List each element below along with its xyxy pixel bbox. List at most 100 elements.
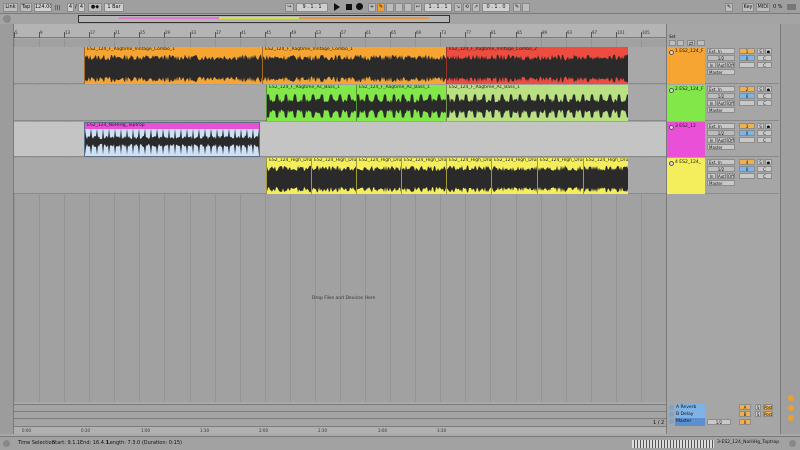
return-header-a[interactable]: A Reverb A S Post (667, 404, 779, 411)
input-type-select[interactable]: Ext. In (707, 86, 735, 92)
monitor-auto-button[interactable]: Auto (717, 137, 726, 143)
monitor-off-button[interactable]: Off (727, 137, 735, 143)
pan-field[interactable] (739, 137, 755, 143)
re-enable-automation-button[interactable] (386, 3, 394, 12)
punch-in-button[interactable]: ↘ (454, 3, 462, 12)
send-b-field[interactable]: C (757, 137, 772, 143)
arm-button[interactable]: ● (765, 123, 772, 129)
midi-map-button[interactable]: MIDI (756, 3, 770, 12)
signature-denominator[interactable]: 4 (78, 3, 85, 12)
arrangement-position[interactable]: 9 . 1 . 1 (296, 3, 328, 12)
track-lane-3[interactable]: ES2_124_NoHiHg_Toptrop (14, 122, 666, 157)
input-type-select[interactable]: Ext. In (707, 159, 735, 165)
track-color-strip[interactable]: 3 ES2_12 (667, 122, 705, 157)
beat-time-ruler[interactable]: 5 9 13 17 21 25 29 33 37 41 45 49 53 57 61 65 69 73 77 81 85… (14, 24, 666, 38)
metronome-button[interactable]: ●◆ (88, 3, 102, 12)
pan-field[interactable] (739, 100, 755, 106)
key-map-button[interactable]: Key (742, 3, 754, 12)
zoom-in-icon[interactable] (788, 395, 794, 401)
send-a-field[interactable]: C (757, 55, 772, 61)
link-button[interactable]: Link (3, 3, 18, 12)
track-activator-icon[interactable] (669, 88, 674, 93)
track-activator-icon[interactable] (669, 161, 674, 166)
audio-clip[interactable]: ES2_124_F_Ragtime_Ac_Bass_1 (356, 85, 446, 121)
monitor-off-button[interactable]: Off (727, 62, 735, 68)
volume-field[interactable]: 0 (739, 55, 755, 61)
arrangement-position-icon[interactable] (669, 40, 676, 46)
track-header-2[interactable]: 2 ES2_124_F Ext. In 1/2 In Auto Off Mast… (667, 85, 779, 121)
input-channel-select[interactable]: 1/2 (707, 130, 735, 136)
info-view-toggle-icon[interactable] (3, 440, 10, 447)
loop-switch-button[interactable]: ⟲ (463, 3, 471, 12)
master-output-select[interactable]: 1/2 (707, 419, 731, 425)
arm-button[interactable]: ● (765, 86, 772, 92)
monitor-off-button[interactable]: Off (727, 173, 735, 179)
time-ruler[interactable]: 0:00 0:30 1:00 1:30 2:00 2:30 3:00 3:30 (14, 426, 666, 434)
stop-icon[interactable] (346, 4, 352, 10)
activator-icon[interactable] (669, 419, 674, 424)
track-lane-2[interactable]: ES2_124_F_Ragtime_Ac_Bass_1 ES2_124_F_Ra… (14, 85, 666, 121)
track-activator-icon[interactable] (669, 50, 674, 55)
track-color-strip[interactable]: 1 ES2_124_F (667, 47, 705, 84)
send-b-field[interactable]: C (757, 62, 772, 68)
audio-clip[interactable]: ES2_124_F_Ragtime_Ac_Bass_1 (446, 85, 628, 121)
solo-button[interactable]: S (757, 86, 764, 92)
monitor-in-button[interactable]: In (707, 137, 716, 143)
return-lane-b[interactable] (14, 411, 666, 418)
volume-field[interactable]: 0 (739, 130, 755, 136)
audio-clip[interactable]: ES2_124_High_Drums_ (356, 158, 401, 194)
track-activator-icon[interactable] (669, 125, 674, 130)
track-number-button[interactable]: 1 (739, 48, 755, 54)
audio-clip[interactable]: ES2_124_High_Drums_ (537, 158, 583, 194)
audio-clip[interactable]: ES2_124_High_Drums_ (266, 158, 311, 194)
return-header-b[interactable]: B Delay B S Post (667, 411, 779, 418)
monitor-auto-button[interactable]: Auto (717, 173, 726, 179)
track-number-button[interactable]: 4 (739, 159, 755, 165)
audio-clip[interactable]: ES2_124_F_Ragtime_Vintage_Combo_1 (84, 47, 262, 84)
solo-button[interactable]: S (757, 159, 764, 165)
activator-icon[interactable] (669, 405, 674, 410)
follow-button[interactable]: ↪ (285, 3, 294, 12)
quantize-select[interactable]: 1 Bar (104, 3, 124, 12)
return-solo-button[interactable]: S (755, 411, 761, 417)
computer-keyboard-button[interactable] (522, 3, 530, 12)
loop-back-button[interactable]: ↩ (414, 3, 422, 12)
track-name[interactable]: 2 ES2_124_F (675, 87, 704, 92)
return-post-button[interactable]: Post (763, 411, 773, 417)
output-select[interactable]: Master (707, 107, 735, 113)
signature-numerator[interactable]: 4 (67, 3, 74, 12)
tap-tempo-button[interactable]: Tap (20, 3, 32, 12)
pan-field[interactable] (739, 173, 755, 179)
activator-icon[interactable] (669, 412, 674, 417)
master-volume[interactable]: 0 (739, 419, 751, 425)
detail-view-toggle-icon[interactable] (789, 440, 796, 447)
return-solo-button[interactable]: S (755, 404, 761, 410)
send-a-field[interactable]: C (757, 130, 772, 136)
input-channel-select[interactable]: 1/2 (707, 55, 735, 61)
master-header[interactable]: Master 1/2 0 (667, 418, 779, 426)
nudge-icon[interactable]: ||| (55, 5, 60, 11)
overdub-button[interactable]: + (368, 3, 376, 12)
arrangement-view[interactable]: ES2_124_F_Ragtime_Vintage_Combo_1 ES2_12… (14, 39, 666, 402)
audio-clip[interactable]: ES2_124_F_Ragtime_Vintage_Combo_2 (446, 47, 628, 84)
record-icon[interactable] (356, 3, 363, 10)
track-color-strip[interactable]: 2 ES2_124_F (667, 85, 705, 121)
track-number-button[interactable]: 2 (739, 86, 755, 92)
zoom-out-icon[interactable] (788, 405, 794, 411)
right-scroll-column[interactable] (780, 24, 800, 434)
pan-field[interactable] (739, 62, 755, 68)
audio-clip[interactable]: ES2_124_High_Drums_ (401, 158, 446, 194)
audio-clip[interactable]: ES2_124_High_Drums_ (311, 158, 356, 194)
track-number-button[interactable]: 3 (739, 123, 755, 129)
automation-arm-button[interactable]: ✎ (377, 3, 385, 12)
track-header-1[interactable]: 1 ES2_124_F Ext. In 1/2 In Auto Off Mast… (667, 47, 779, 84)
track-lane-4[interactable]: ES2_124_High_Drums_ ES2_124_High_Drums_ … (14, 158, 666, 194)
sends-toggle-button[interactable] (697, 40, 705, 46)
overview-bar[interactable] (0, 14, 800, 24)
monitor-auto-button[interactable]: Auto (717, 100, 726, 106)
arm-button[interactable]: ● (765, 48, 772, 54)
master-lane[interactable] (14, 418, 666, 426)
send-b-field[interactable]: C (757, 173, 772, 179)
solo-button[interactable]: S (757, 48, 764, 54)
loop-position-icon[interactable] (677, 40, 684, 46)
